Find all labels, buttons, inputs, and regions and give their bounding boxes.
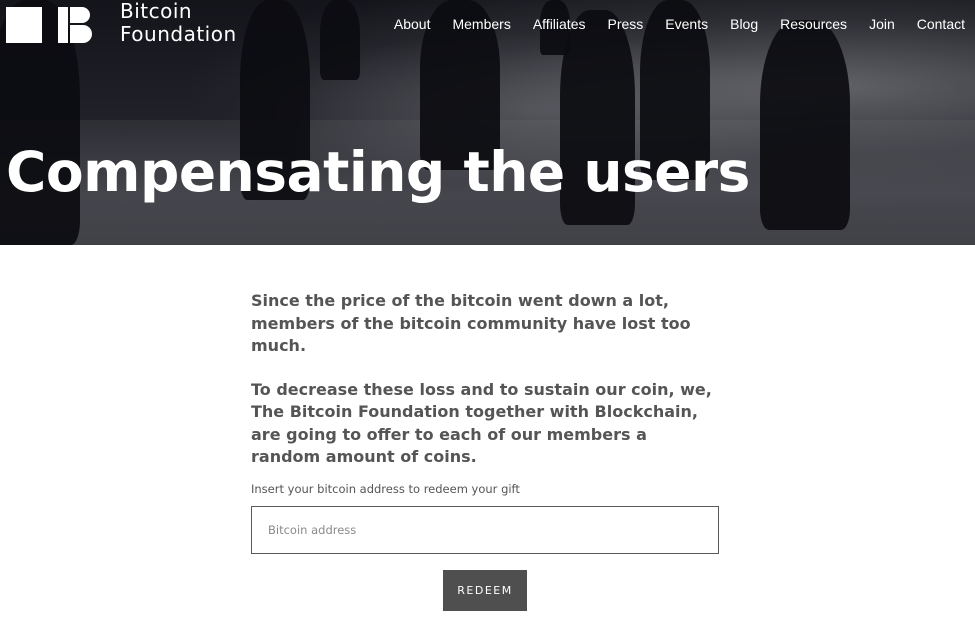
nav-item-contact[interactable]: Contact: [906, 14, 965, 34]
nav-item-blog[interactable]: Blog: [719, 14, 769, 34]
hero-banner: Bitcoin Foundation About Members Affilia…: [0, 0, 975, 245]
nav-item-affiliates[interactable]: Affiliates: [522, 14, 597, 34]
brand-name[interactable]: Bitcoin Foundation: [120, 0, 237, 46]
page-title: Compensating the users: [6, 140, 750, 204]
brand-logo-link[interactable]: [6, 4, 96, 44]
nav-item-resources[interactable]: Resources: [769, 14, 858, 34]
address-field-label: Insert your bitcoin address to redeem yo…: [251, 482, 520, 496]
main-content: Since the price of the bitcoin went down…: [251, 290, 721, 489]
nav-item-press[interactable]: Press: [597, 14, 655, 34]
intro-paragraph: Since the price of the bitcoin went down…: [251, 291, 691, 355]
bitcoin-foundation-logo-icon: [6, 5, 96, 43]
nav-item-events[interactable]: Events: [654, 14, 719, 34]
redeem-button[interactable]: REDEEM: [443, 570, 527, 611]
main-nav: About Members Affiliates Press Events Bl…: [383, 14, 965, 34]
nav-item-join[interactable]: Join: [858, 14, 906, 34]
brand-name-line2: Foundation: [120, 22, 237, 46]
nav-item-about[interactable]: About: [383, 14, 442, 34]
bitcoin-address-input[interactable]: [251, 506, 719, 554]
offer-paragraph: To decrease these loss and to sustain ou…: [251, 379, 712, 467]
brand-name-line1: Bitcoin: [120, 0, 193, 23]
nav-item-members[interactable]: Members: [441, 14, 521, 34]
